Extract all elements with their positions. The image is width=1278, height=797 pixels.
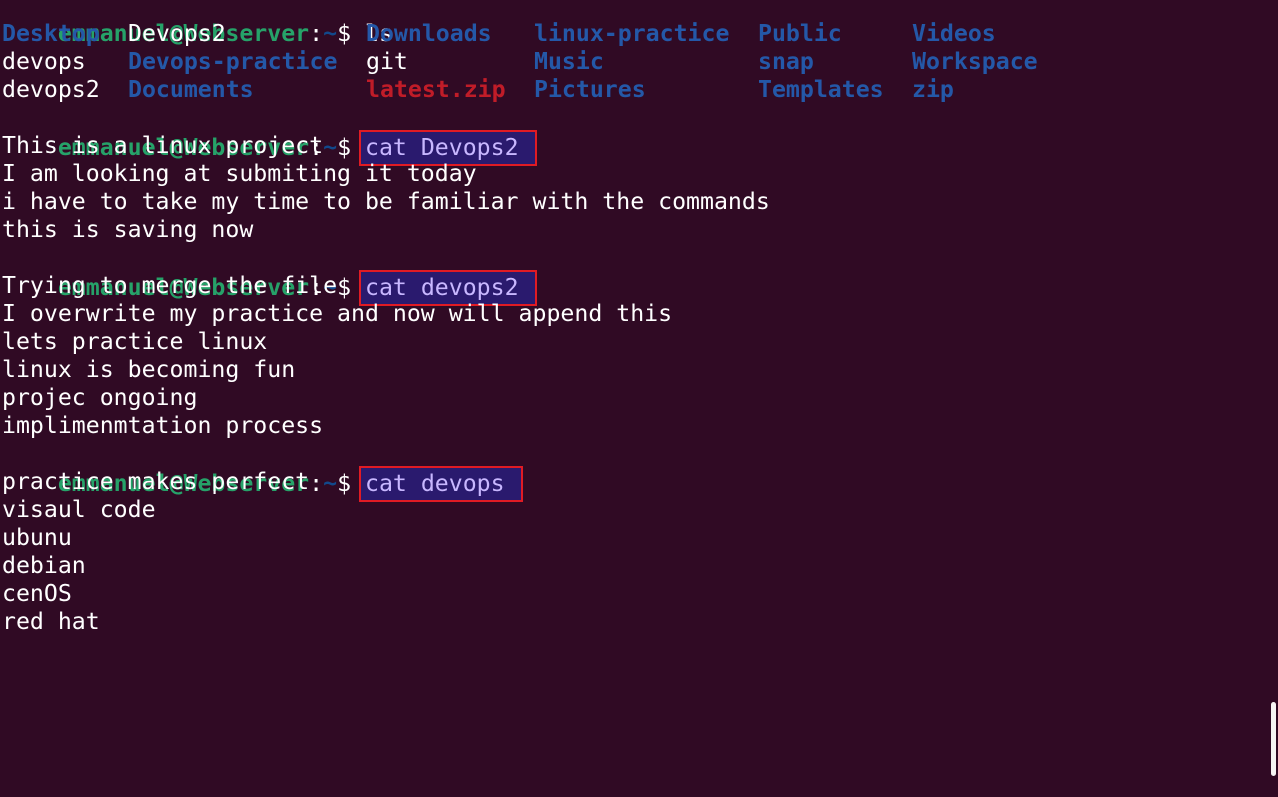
ls-output-row: devops Devops-practice git Music snap Wo… <box>2 48 1272 76</box>
output-line: red hat <box>2 608 100 635</box>
scrollbar-thumb[interactable] <box>1271 702 1276 776</box>
highlighted-command: cat devops <box>359 466 523 502</box>
prompt-line: emmanuel@Webserver:~$ cat devops <box>2 440 523 502</box>
prompt-line: emmanuel@Webserver:~$ cat devops2 <box>2 244 537 306</box>
ls-entry: Desktop <box>2 20 100 47</box>
output-line: visaul code <box>2 496 156 523</box>
output-line: This is a linux project <box>2 132 324 159</box>
ls-entry: Devops2 <box>128 20 226 47</box>
output-line: ubunu <box>2 524 72 551</box>
prompt-line: emmanuel@Webserver:~$ cat Devops2 <box>2 104 537 166</box>
prompt-path: ~ <box>323 134 338 161</box>
output-line: I overwrite my practice and now will app… <box>2 300 673 327</box>
ls-entry: Pictures <box>534 76 646 103</box>
output-line: linux is becoming fun <box>2 356 296 383</box>
output-line: I am looking at submiting it today <box>2 160 477 187</box>
ls-entry: Devops-practice <box>128 48 338 75</box>
ls-entry: snap <box>758 48 814 75</box>
terminal-window[interactable]: emmanuel@Webserver:~$ ls Desktop Devops2… <box>0 0 1278 797</box>
prompt-line: emmanuel@Webserver:~$ ls <box>57 20 393 47</box>
output-line: this is saving now <box>2 216 254 243</box>
ls-entry: git <box>366 48 408 75</box>
output-line: Trying to merge the file <box>2 272 338 299</box>
ls-output-row: Desktop Devops2 Downloads linux-practice… <box>2 20 1272 48</box>
output-line: implimenmtation process <box>2 412 324 439</box>
output-line: debian <box>2 552 86 579</box>
ls-entry: Public <box>758 20 842 47</box>
ls-entry: Templates <box>758 76 884 103</box>
ls-entry: Videos <box>912 20 996 47</box>
ls-output-row: devops2 Documents latest.zip Pictures Te… <box>2 76 1272 104</box>
output-line: cenOS <box>2 580 72 607</box>
prompt-symbol: $ <box>337 134 352 161</box>
ls-entry: Workspace <box>912 48 1038 75</box>
ls-entry: Documents <box>128 76 254 103</box>
output-line: i have to take my time to be familiar wi… <box>2 188 770 215</box>
ls-entry: devops2 <box>2 76 100 103</box>
output-line: lets practice linux <box>2 328 268 355</box>
prompt-path: ~ <box>323 470 338 497</box>
ls-entry: Downloads <box>366 20 492 47</box>
prompt-symbol: $ <box>337 470 352 497</box>
ls-entry: devops <box>2 48 86 75</box>
output-line: practice makes perfect <box>2 468 310 495</box>
ls-entry: linux-practice <box>534 20 730 47</box>
prompt-symbol: $ <box>337 274 352 301</box>
output-line: projec ongoing <box>2 384 198 411</box>
ls-entry: latest.zip <box>366 76 506 103</box>
ls-entry: zip <box>912 76 954 103</box>
ls-entry: Music <box>534 48 604 75</box>
